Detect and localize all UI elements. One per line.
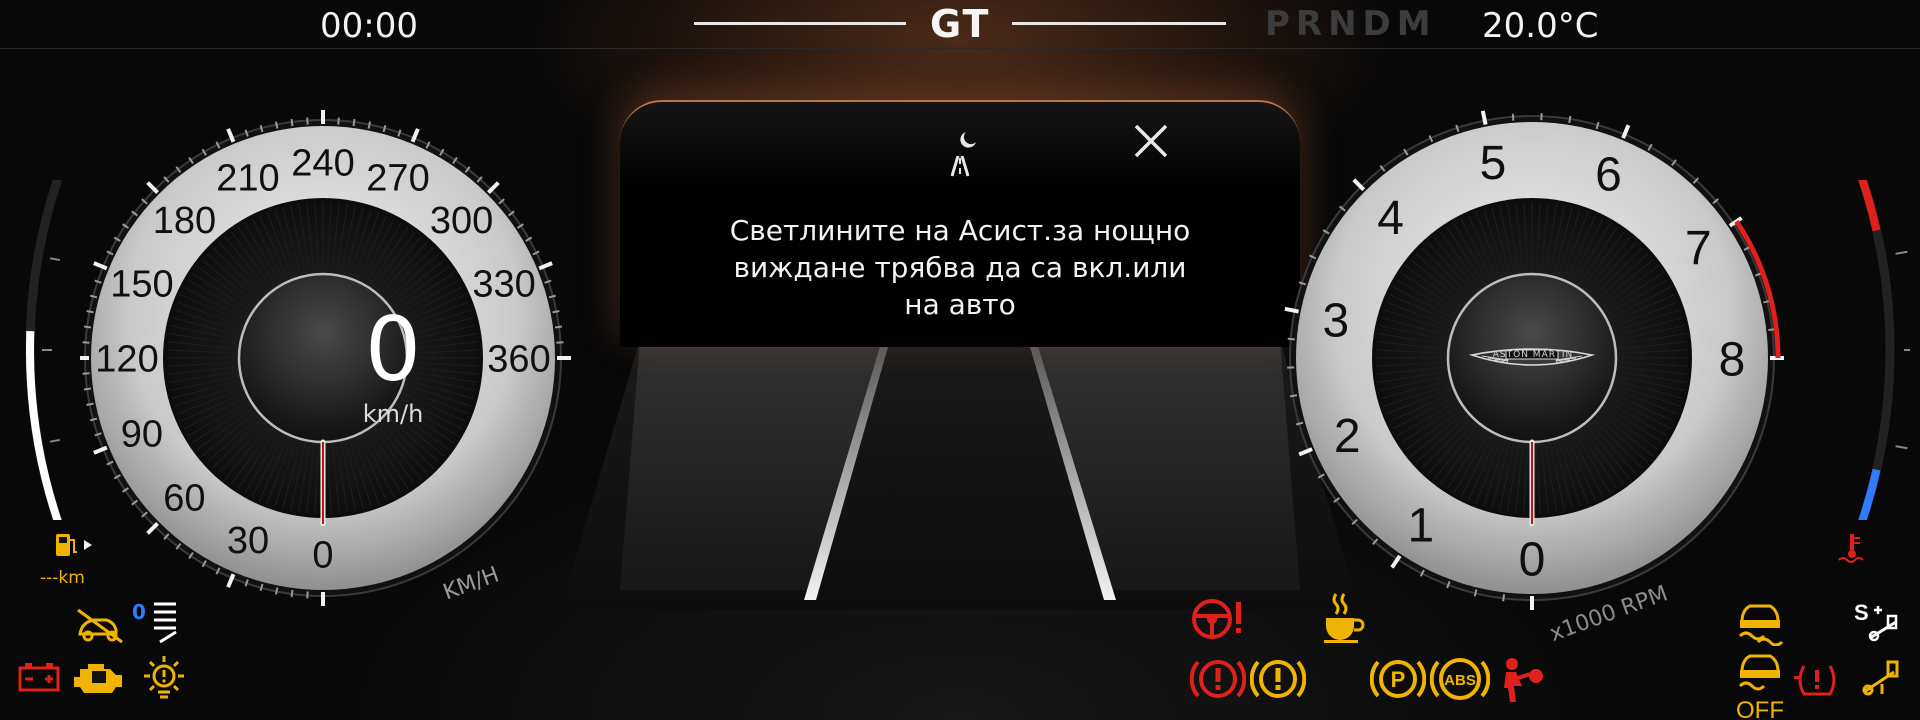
traction-control-off-icon: OFF	[1736, 654, 1784, 720]
fuel-level-fill	[26, 331, 62, 520]
svg-text:ABS: ABS	[1444, 672, 1476, 689]
speed-unit: km/h	[362, 400, 424, 428]
gauge-tick	[1284, 306, 1299, 314]
fuel-gauge	[25, 180, 63, 520]
clock: 00:00	[320, 6, 418, 46]
gauge-tick	[1289, 394, 1298, 398]
gauge-label: 3	[1322, 294, 1349, 347]
outside-temperature: 20.0°C	[1482, 6, 1599, 46]
gauge-tick	[1511, 113, 1515, 121]
gauge-tick	[290, 118, 294, 127]
svg-text:P: P	[1391, 667, 1406, 692]
stop-start-label: S	[1854, 600, 1869, 625]
traction-control-icon	[1738, 604, 1784, 646]
brake-warning-icon	[1190, 660, 1246, 698]
gauge-tick	[1502, 594, 1506, 602]
gauge-label: 180	[153, 200, 216, 242]
speed-value: 0	[365, 298, 421, 401]
close-icon[interactable]	[1130, 120, 1172, 162]
tachometer: 012345 678	[1284, 110, 1784, 610]
coolant-gauge	[1857, 180, 1910, 520]
gauge-tick	[1287, 337, 1295, 341]
gauge-tick	[290, 589, 294, 598]
airbag-icon	[1504, 658, 1543, 702]
gear-selector: PRNDM	[1265, 4, 1437, 44]
night-vision-icon	[950, 132, 976, 177]
gauge-tick	[554, 325, 563, 329]
gauge-tick	[1568, 115, 1572, 124]
tc-off-label: OFF	[1736, 697, 1784, 720]
general-warning-icon	[1250, 660, 1306, 698]
gauge-label: 270	[366, 158, 429, 200]
passenger-airbag-off-icon	[77, 608, 123, 644]
steering-warning-icon	[1192, 599, 1241, 639]
gauge-label: 6	[1595, 149, 1622, 202]
gauge-label: 4	[1377, 192, 1404, 245]
gauge-tick	[275, 121, 279, 129]
engine-check-icon	[74, 664, 122, 693]
instrument-cluster: 00:00 GT PRNDM 20.0°C Светлините на Асис…	[0, 0, 1920, 720]
gauge-tick	[275, 587, 279, 595]
gauge-label: 360	[487, 339, 550, 381]
gauge-label: 2	[1334, 410, 1361, 463]
abs-icon: ABS	[1430, 658, 1490, 700]
gauge-label: 330	[472, 264, 535, 306]
gauge-label: 0	[1519, 533, 1546, 586]
gauge-label: 7	[1685, 222, 1712, 275]
exterior-light-fault-icon	[144, 656, 184, 699]
headlight-level-icon	[154, 602, 177, 644]
drive-mode: GT	[930, 2, 991, 46]
gauge-label: 60	[163, 477, 205, 519]
battery-icon	[18, 663, 60, 692]
gauge-label: 5	[1480, 137, 1507, 190]
gauge-tick	[352, 118, 356, 127]
fuel-pump-icon	[56, 534, 92, 556]
stop-start-icon: S	[1854, 600, 1898, 642]
gauge-label: 90	[121, 414, 163, 456]
gauge-label: 210	[216, 158, 279, 200]
gauge-label: 150	[110, 264, 173, 306]
mode-divider-left	[694, 22, 906, 25]
coffee-break-icon	[1324, 593, 1365, 643]
stop-start-off-icon	[1862, 660, 1899, 696]
parking-brake-icon: P	[1370, 660, 1426, 698]
gauge-label: 300	[430, 200, 493, 242]
gauge-label: 1	[1408, 500, 1435, 553]
gauge-label: 30	[227, 520, 269, 562]
gauge-tick	[367, 121, 371, 129]
headlight-level-value: 0	[132, 600, 146, 624]
notification-message: Светлините на Асист.за нощно виждане тря…	[729, 214, 1191, 321]
gauge-label: 240	[291, 143, 354, 185]
gauge-label: 0	[312, 535, 333, 577]
brand-logo-text: ASTON MARTIN	[1492, 350, 1574, 360]
gauge-label: 120	[95, 339, 158, 381]
coolant-temp-icon	[1838, 534, 1864, 563]
mode-divider-right	[1012, 22, 1226, 25]
gauge-tick	[552, 310, 560, 314]
tire-pressure-icon	[1794, 665, 1836, 696]
gauge-label: 8	[1719, 333, 1746, 386]
fuel-range: ---km	[40, 568, 85, 588]
gauge-tick	[1480, 110, 1488, 125]
